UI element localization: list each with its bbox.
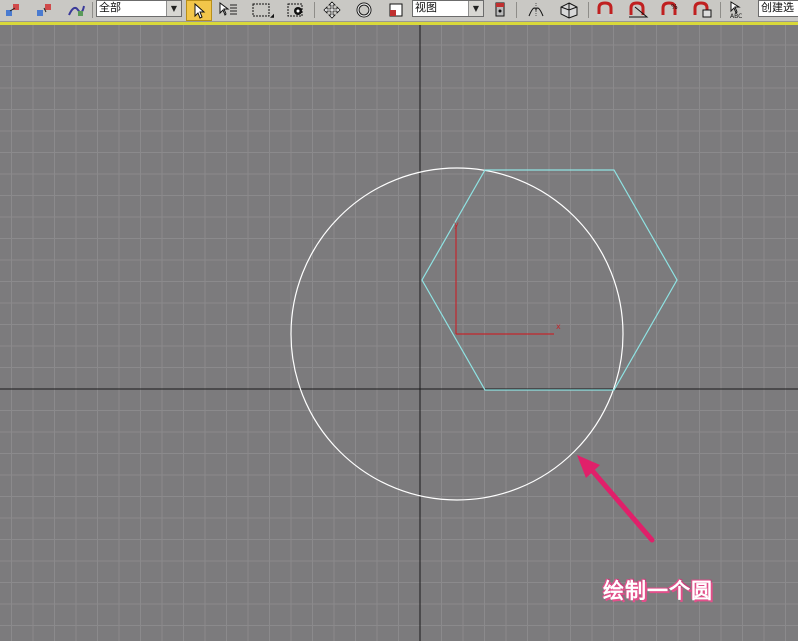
top-viewport[interactable]: y x [0,25,798,641]
chevron-down-icon: ▼ [166,1,181,16]
edit-named-selection-icon[interactable]: ABC [724,0,754,19]
toolbar-separator [314,2,315,18]
svg-text:%: % [671,3,678,11]
toolbar-separator [92,2,93,18]
gizmo-x-label: x [556,322,561,331]
chevron-down-icon: ▼ [468,1,483,16]
named-selection-field[interactable]: 创建选 [758,0,798,17]
select-scale-icon[interactable] [384,0,408,19]
select-move-icon[interactable] [318,0,346,19]
tutorial-caption: 绘制一个圆 [603,579,713,603]
selection-filter-dropdown[interactable]: 全部 ▼ [96,0,182,17]
rectangle-selection-icon[interactable]: ◢ [248,0,276,19]
toolbar-separator [588,2,589,18]
snaps-toggle-icon[interactable] [592,0,620,19]
window-crossing-icon[interactable] [282,0,310,19]
select-rotate-icon[interactable] [350,0,378,19]
spinner-snap-icon[interactable] [688,0,716,19]
named-selection-value: 创建选 [761,1,794,14]
bind-space-warp-icon[interactable] [64,0,88,19]
toolbar-separator [720,2,721,18]
svg-text:ABC: ABC [730,13,742,19]
select-object-icon[interactable] [186,0,212,21]
use-pivot-center-icon[interactable] [488,0,512,19]
angle-snap-icon[interactable] [624,0,652,19]
reference-coord-value: 视图 [415,1,437,14]
align-icon[interactable] [554,0,584,19]
gizmo-y-label: y [454,220,459,229]
toolbar-separator [516,2,517,18]
selection-filter-value: 全部 [99,1,121,14]
select-by-name-icon[interactable] [216,0,240,19]
reference-coord-dropdown[interactable]: 视图 ▼ [412,0,484,17]
select-link-icon[interactable] [2,0,24,19]
unlink-icon[interactable] [33,0,55,19]
svg-text:◢: ◢ [270,12,274,18]
mirror-icon[interactable] [522,0,550,19]
viewport-grid [0,25,798,641]
pointer-arrow [577,455,655,543]
transform-gizmo[interactable]: y x [454,220,561,335]
percent-snap-icon[interactable]: % [656,0,684,19]
main-toolbar: 全部 ▼ ◢ 视图 ▼ % ABC 创建选 [0,0,798,22]
viewport-canvas[interactable]: y x [0,25,798,641]
